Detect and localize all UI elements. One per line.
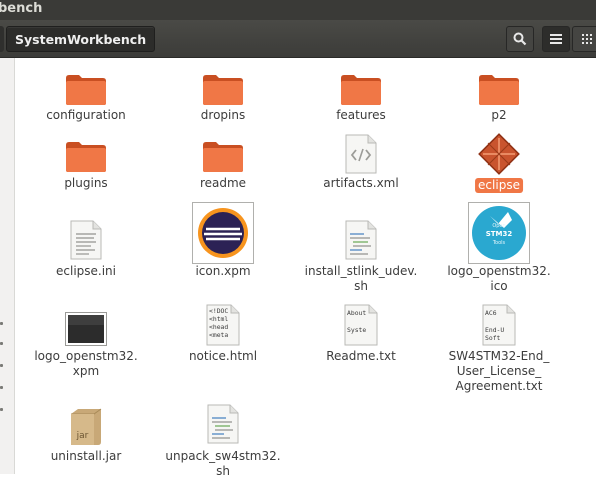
list-view-button[interactable] — [542, 26, 570, 52]
search-icon — [513, 32, 527, 46]
file-name: unpack_sw4stm32. sh — [165, 449, 281, 478]
executable-file-icon — [478, 133, 520, 175]
list-view-icon — [550, 34, 562, 44]
grid-view-icon — [582, 34, 592, 44]
image-file-icon — [65, 312, 107, 346]
sidebar-marker — [0, 364, 3, 367]
window-titlebar: bench — [0, 0, 596, 20]
folder-icon — [203, 75, 243, 105]
jar-badge: jar — [76, 431, 89, 441]
back-button[interactable] — [0, 26, 4, 52]
sidebar-marker — [0, 408, 3, 411]
preview-line: <meta — [209, 331, 228, 339]
sidebar — [0, 58, 15, 474]
file-name: logo_openstm32. xpm — [34, 349, 138, 378]
jar-file-icon: jar — [71, 408, 102, 445]
file-name: artifacts.xml — [323, 176, 399, 190]
html-file-icon: <!DOC <html <head <meta — [206, 304, 240, 346]
text-file-icon: About Syste — [344, 304, 378, 346]
file-name-selected: eclipse — [475, 178, 523, 193]
file-name: p2 — [491, 108, 507, 122]
folder-icon — [479, 75, 519, 105]
file-name: readme — [199, 176, 247, 190]
file-name: notice.html — [188, 349, 258, 363]
breadcrumb-current-folder[interactable]: SystemWorkbench — [6, 26, 156, 52]
preview-line: <head — [209, 323, 228, 331]
sidebar-marker — [0, 322, 3, 325]
script-file-icon — [345, 220, 377, 260]
preview-line: Soft — [485, 334, 501, 342]
preview-line: AC6 — [485, 309, 497, 317]
file-name: features — [336, 108, 386, 122]
preview-line: Syste — [347, 326, 366, 334]
preview-line: About — [347, 309, 366, 317]
text-file-icon: AC6 End-U Soft — [482, 304, 516, 346]
window-title: bench — [0, 1, 43, 16]
file-name: plugins — [64, 176, 108, 190]
file-name: eclipse.ini — [56, 264, 116, 278]
eclipse-image-icon — [192, 202, 254, 264]
script-file-icon — [207, 404, 239, 444]
file-name: dropins — [200, 108, 246, 122]
file-name: icon.xpm — [195, 264, 251, 278]
openstm32-logo-icon: Open STM32 Tools — [468, 202, 530, 264]
folder-icon — [66, 75, 106, 105]
file-name: uninstall.jar — [50, 449, 122, 463]
preview-line: <html — [209, 315, 228, 323]
sidebar-marker — [0, 386, 3, 389]
logo-text-stm32: STM32 — [486, 230, 513, 238]
preview-line: <!DOC — [209, 307, 228, 315]
search-button[interactable] — [506, 26, 534, 52]
xml-file-icon — [345, 134, 377, 174]
toolbar: SystemWorkbench — [0, 20, 596, 58]
text-file-icon — [70, 220, 102, 260]
folder-icon — [203, 142, 243, 172]
file-name: install_stlink_udev. sh — [304, 264, 418, 293]
preview-line: End-U — [485, 326, 504, 334]
file-grid: configuration dropins features p2 plugin… — [14, 58, 596, 478]
file-name: logo_openstm32. ico — [447, 264, 551, 293]
folder-icon — [66, 142, 106, 172]
file-name: configuration — [46, 108, 126, 122]
grid-view-button[interactable] — [572, 26, 596, 52]
sidebar-marker — [0, 342, 3, 345]
logo-text-open: Open — [492, 223, 505, 229]
logo-text-tools: Tools — [492, 240, 506, 246]
folder-icon — [341, 75, 381, 105]
file-name: SW4STM32-End_ User_License_ Agreement.tx… — [448, 349, 550, 393]
file-name: Readme.txt — [326, 349, 396, 363]
